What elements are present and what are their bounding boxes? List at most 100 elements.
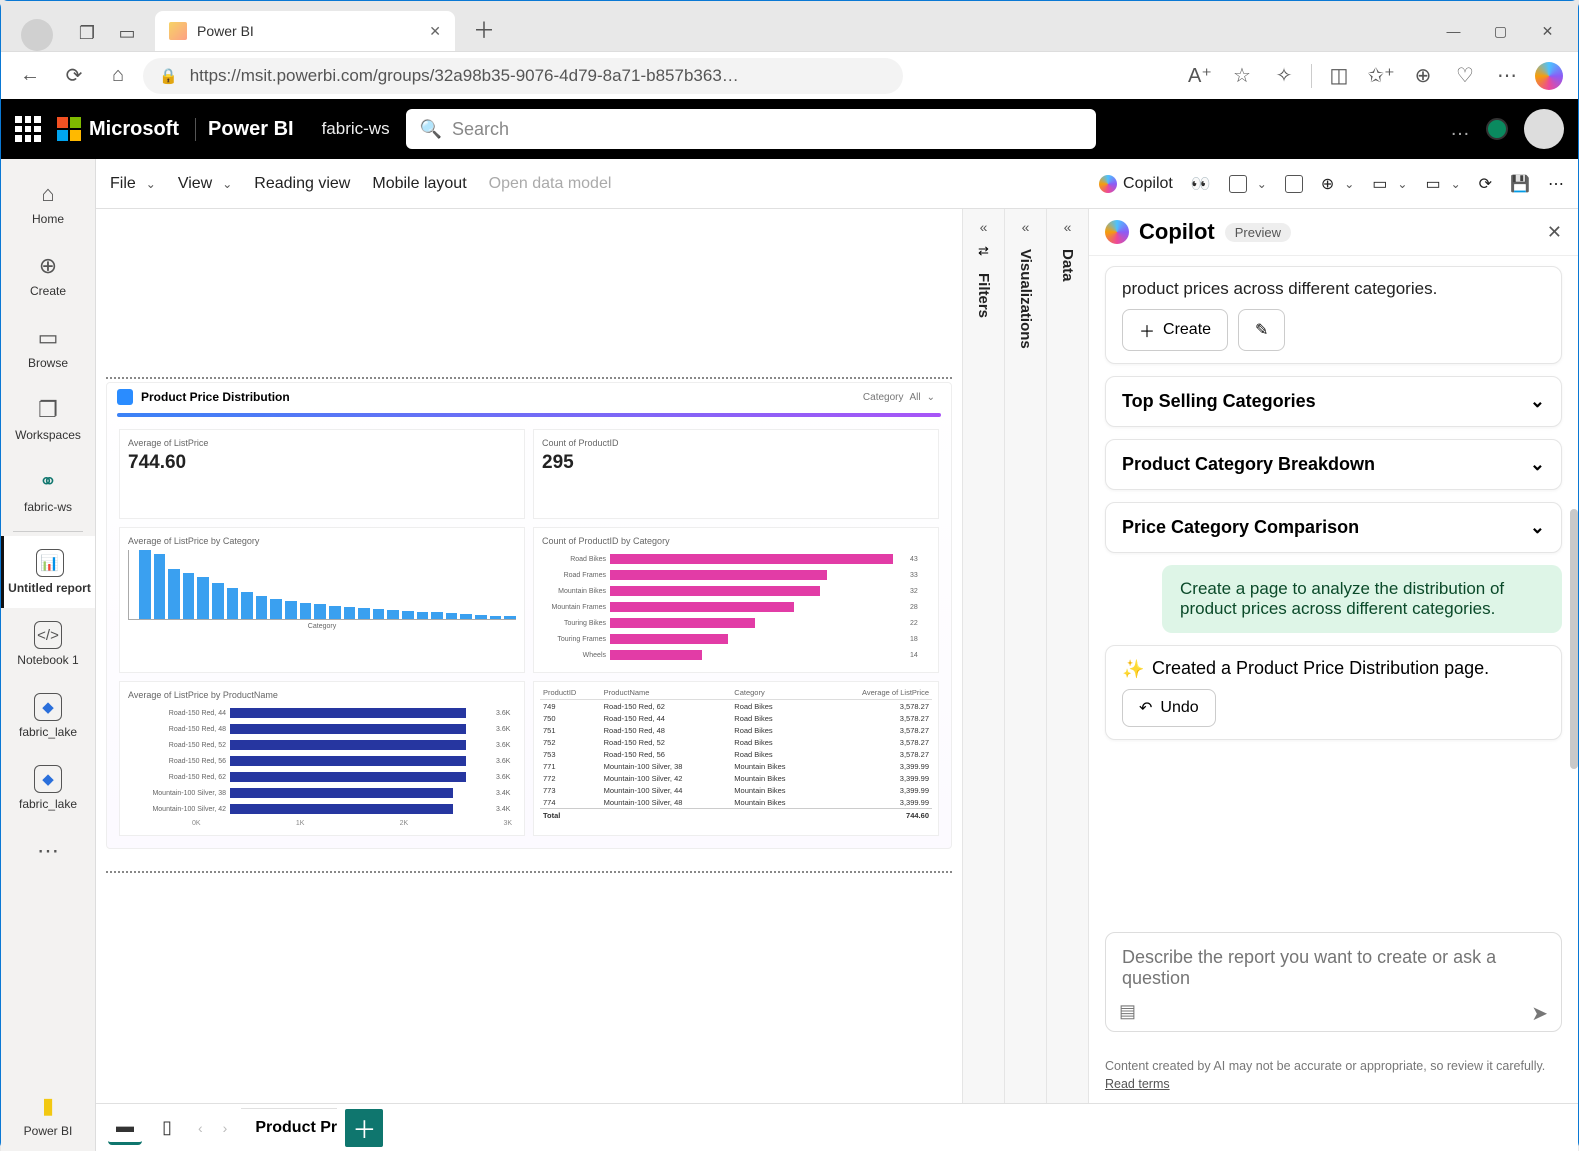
expand-viz-icon[interactable]: « <box>1022 219 1030 235</box>
toolbar-more-icon[interactable]: ⋯ <box>1548 174 1564 194</box>
add-page-button[interactable]: ＋ <box>345 1109 383 1147</box>
window-minimize-button[interactable]: ― <box>1431 11 1476 51</box>
card-avg-listprice[interactable]: Average of ListPrice 744.60 <box>119 429 525 519</box>
toolbar-buttons-icon[interactable]: ⊕ <box>1321 174 1354 194</box>
tab-title: Power BI <box>197 23 419 39</box>
nav-notebook[interactable]: </>Notebook 1 <box>1 608 95 680</box>
nav-more[interactable]: ⋯ <box>1 824 95 878</box>
toolbar-bookmark-icon[interactable]: ▭ <box>1425 174 1460 194</box>
toolbar-text-box-icon[interactable] <box>1229 175 1267 193</box>
toolbar-file-menu[interactable]: File <box>110 175 156 193</box>
chart-count-by-category[interactable]: Count of ProductID by Category Road Bike… <box>533 527 939 673</box>
microsoft-logo: Microsoft <box>57 117 179 141</box>
window-close-button[interactable]: ✕ <box>1525 11 1570 51</box>
copilot-browser-icon[interactable] <box>1530 57 1568 95</box>
edit-suggestion-button[interactable]: ✎ <box>1238 309 1285 351</box>
toolbar-mobile-layout[interactable]: Mobile layout <box>372 175 466 193</box>
suggestion-top-selling[interactable]: Top Selling Categories⌄ <box>1105 376 1562 427</box>
left-nav-rail: ⌂Home ⊕Create ▭Browse ❐Workspaces ⚭fabri… <box>1 159 96 1151</box>
nav-home-button[interactable]: ⌂ <box>99 57 137 95</box>
toolbar-visual-icon[interactable]: ▭ <box>1372 174 1407 194</box>
copilot-close-button[interactable]: ✕ <box>1547 222 1562 243</box>
report-toolbar: File View Reading view Mobile layout Ope… <box>96 159 1578 209</box>
chevron-down-icon: ⌄ <box>1530 454 1545 475</box>
scrollbar[interactable] <box>1570 509 1578 769</box>
visualizations-pane-collapsed[interactable]: « Visualizations <box>1004 209 1046 1103</box>
nav-back-button[interactable]: ← <box>11 57 49 95</box>
category-slicer[interactable]: Category All ⌄ <box>863 392 941 403</box>
plus-icon: ＋ <box>1139 318 1155 342</box>
url-input[interactable]: 🔒 https://msit.powerbi.com/groups/32a98b… <box>143 58 903 94</box>
nav-lake-1[interactable]: ◆fabric_lake <box>1 680 95 752</box>
report-canvas[interactable]: Product Price Distribution Category All … <box>96 209 962 1103</box>
app-launcher-icon[interactable] <box>15 116 41 142</box>
toolbar-refresh-icon[interactable]: ⟳ <box>1479 174 1492 194</box>
toolbar-view-menu[interactable]: View <box>178 175 232 193</box>
extensions-icon[interactable]: ✧ <box>1265 57 1303 95</box>
favorites-bar-icon[interactable]: ✩⁺ <box>1362 57 1400 95</box>
chart-avg-by-category[interactable]: Average of ListPrice by Category Categor… <box>119 527 525 673</box>
nav-refresh-button[interactable]: ⟳ <box>55 57 93 95</box>
card-count-productid[interactable]: Count of ProductID 295 <box>533 429 939 519</box>
expand-filters-icon[interactable]: « <box>980 219 988 235</box>
chart-icon <box>117 389 133 405</box>
status-indicator-icon[interactable] <box>1486 118 1508 140</box>
page-tab-active[interactable]: Product Pr <box>241 1108 337 1147</box>
toolbar-reading-view[interactable]: Reading view <box>254 175 350 193</box>
suggestion-category-breakdown[interactable]: Product Category Breakdown⌄ <box>1105 439 1562 490</box>
table-product-listprice[interactable]: ProductIDProductNameCategoryAverage of L… <box>533 681 939 836</box>
more-menu-icon[interactable]: ⋯ <box>1488 57 1526 95</box>
favorite-icon[interactable]: ☆ <box>1223 57 1261 95</box>
report-title: Product Price Distribution <box>141 390 290 404</box>
lock-icon: 🔒 <box>159 67 178 85</box>
report-visual-container[interactable]: Product Price Distribution Category All … <box>106 382 952 849</box>
nav-home[interactable]: ⌂Home <box>1 167 95 239</box>
tab-actions-icon[interactable]: ▭ <box>109 15 145 51</box>
tab-prev-button[interactable]: ‹ <box>192 1120 209 1136</box>
nav-browse[interactable]: ▭Browse <box>1 311 95 383</box>
nav-create[interactable]: ⊕Create <box>1 239 95 311</box>
copilot-title: Copilot <box>1139 219 1215 245</box>
address-bar: ← ⟳ ⌂ 🔒 https://msit.powerbi.com/groups/… <box>1 51 1578 99</box>
nav-fabric-ws[interactable]: ⚭fabric-ws <box>1 455 95 527</box>
performance-icon[interactable]: ♡ <box>1446 57 1484 95</box>
tab-close-icon[interactable]: ✕ <box>429 23 441 40</box>
header-more-icon[interactable]: … <box>1450 118 1470 141</box>
collections-icon[interactable]: ⊕ <box>1404 57 1442 95</box>
chart-avg-by-productname[interactable]: Average of ListPrice by ProductName Road… <box>119 681 525 836</box>
expand-data-icon[interactable]: « <box>1064 219 1072 235</box>
suggestion-price-comparison[interactable]: Price Category Comparison⌄ <box>1105 502 1562 553</box>
toolbar-open-data-model: Open data model <box>489 175 612 193</box>
user-avatar[interactable] <box>1524 109 1564 149</box>
nav-workspaces[interactable]: ❐Workspaces <box>1 383 95 455</box>
toolbar-explorer-icon[interactable]: 👀 <box>1191 174 1211 194</box>
read-aloud-icon[interactable]: A⁺ <box>1181 57 1219 95</box>
nav-untitled-report[interactable]: 📊Untitled report <box>1 536 95 608</box>
create-suggestion-button[interactable]: ＋Create <box>1122 309 1228 351</box>
nav-powerbi-footer[interactable]: ▮Power BI <box>1 1079 95 1151</box>
undo-button[interactable]: ↶Undo <box>1122 689 1216 727</box>
mobile-layout-icon[interactable]: ▯ <box>150 1111 184 1145</box>
nav-lake-2[interactable]: ◆fabric_lake <box>1 752 95 824</box>
toolbar-copilot-button[interactable]: Copilot <box>1099 175 1173 193</box>
new-tab-button[interactable]: ＋ <box>473 13 495 45</box>
tab-next-button[interactable]: › <box>217 1120 234 1136</box>
workspaces-icon[interactable]: ❐ <box>69 15 105 51</box>
toolbar-save-icon[interactable]: 💾 <box>1510 174 1530 194</box>
toolbar-shapes-icon[interactable] <box>1285 175 1303 193</box>
browser-tab-strip: ❐ ▭ Power BI ✕ ＋ ― ▢ ✕ <box>1 1 1578 51</box>
copilot-logo-icon <box>1105 220 1129 244</box>
filters-pane-collapsed[interactable]: « ⇄ Filters <box>962 209 1004 1103</box>
browser-profile-avatar[interactable] <box>21 19 53 51</box>
send-icon[interactable]: ➤ <box>1531 1001 1548 1026</box>
copilot-pane: Copilot Preview ✕ product prices across … <box>1088 209 1578 1103</box>
browser-tab[interactable]: Power BI ✕ <box>155 11 455 51</box>
split-screen-icon[interactable]: ◫ <box>1320 57 1358 95</box>
chevron-down-icon: ⌄ <box>1530 517 1545 538</box>
desktop-layout-icon[interactable]: ▬ <box>108 1111 142 1145</box>
read-terms-link[interactable]: Read terms <box>1105 1077 1170 1091</box>
data-source-icon[interactable]: ▤ <box>1119 1001 1136 1026</box>
data-pane-collapsed[interactable]: « Data <box>1046 209 1088 1103</box>
global-search-input[interactable]: 🔍 Search <box>406 109 1096 149</box>
window-maximize-button[interactable]: ▢ <box>1478 11 1523 51</box>
